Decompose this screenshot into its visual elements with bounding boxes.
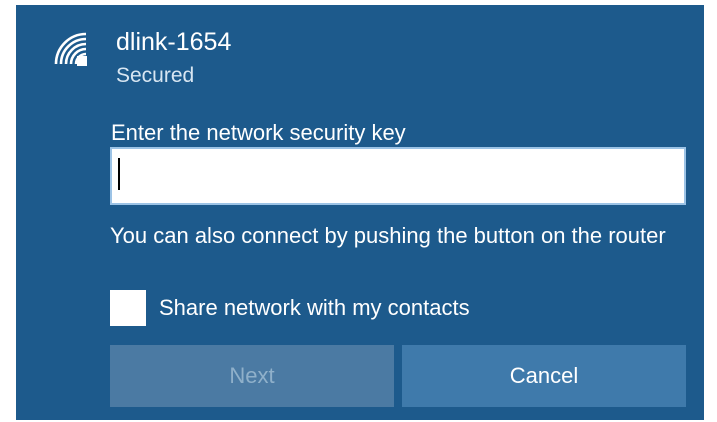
share-network-checkbox[interactable] bbox=[110, 290, 146, 326]
share-network-checkbox-row[interactable]: Share network with my contacts bbox=[110, 288, 470, 328]
network-status: Secured bbox=[116, 64, 195, 87]
text-caret bbox=[118, 158, 120, 190]
wifi-secured-icon bbox=[54, 32, 87, 66]
cancel-button[interactable]: Cancel bbox=[402, 345, 686, 407]
wps-hint-text: You can also connect by pushing the butt… bbox=[110, 223, 666, 248]
security-key-label: Enter the network security key bbox=[111, 120, 406, 145]
share-network-label[interactable]: Share network with my contacts bbox=[159, 295, 470, 321]
wifi-connect-panel: dlink-1654 Secured Enter the network sec… bbox=[16, 5, 704, 420]
next-button[interactable]: Next bbox=[110, 345, 394, 407]
network-name: dlink-1654 bbox=[116, 28, 232, 56]
security-key-input[interactable] bbox=[110, 147, 686, 205]
